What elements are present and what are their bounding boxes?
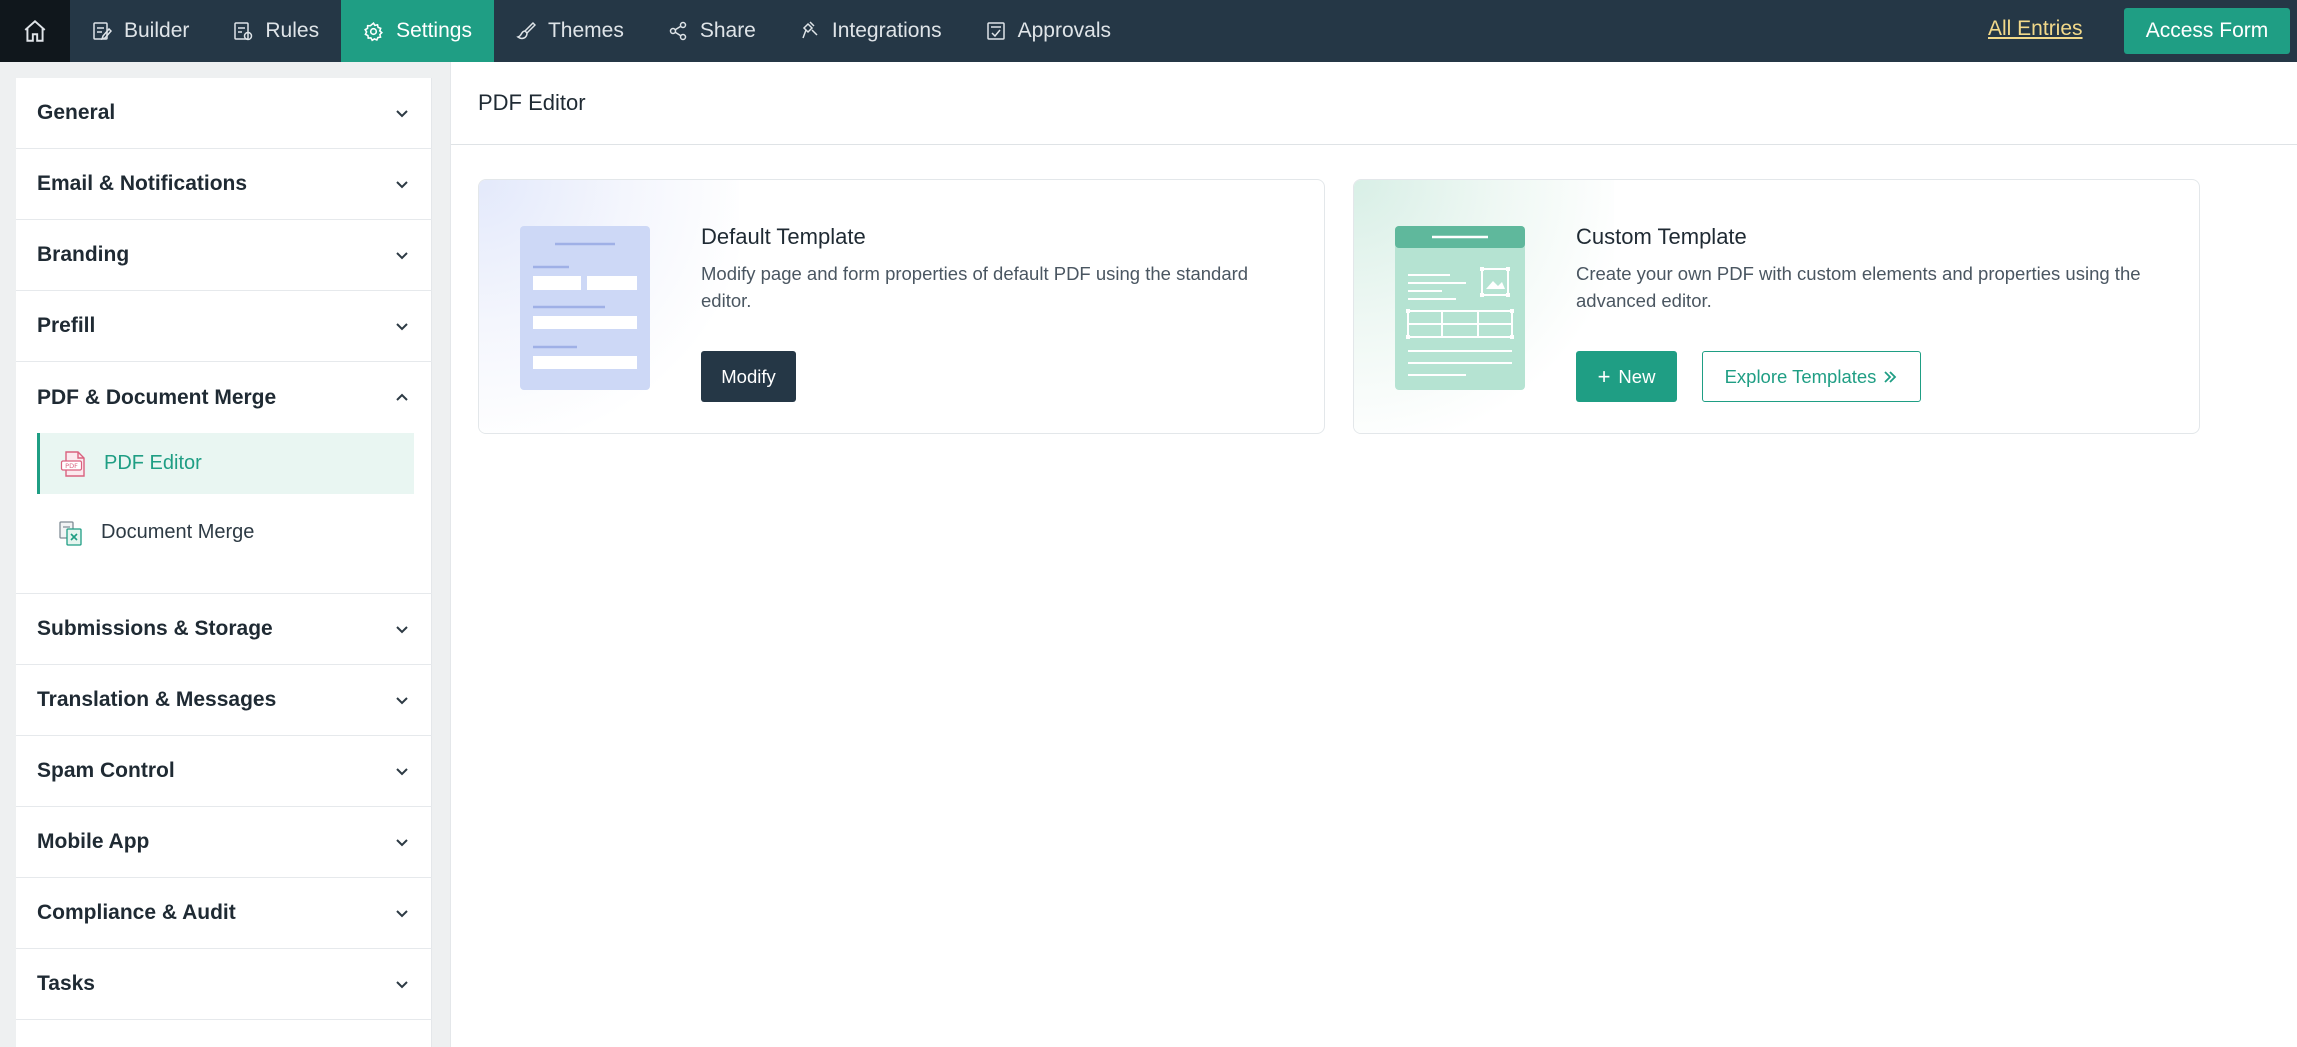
nav-label: Integrations [831,19,942,42]
chevron-down-icon [396,839,408,847]
sidebar-item-label: Document Merge [101,521,255,543]
chevron-down-icon [396,910,408,918]
chevron-down-icon [396,981,408,989]
sidebar-item-document-merge[interactable]: Document Merge [37,502,414,563]
new-button-label: New [1618,365,1656,387]
explore-templates-button[interactable]: Explore Templates [1702,351,1921,402]
section-label: Compliance & Audit [37,901,236,924]
section-prefill[interactable]: Prefill [16,291,432,362]
rules-icon [234,22,253,41]
nav-approvals[interactable]: Approvals [964,0,1133,62]
sidebar-divider [450,62,451,1047]
modify-button[interactable]: Modify [701,351,796,402]
section-mobile-app[interactable]: Mobile App [16,807,432,878]
access-form-button[interactable]: Access Form [2124,8,2290,54]
sidebar-item-label: PDF Editor [104,452,202,474]
document-merge-icon [59,520,82,546]
nav-themes[interactable]: Themes [494,0,646,62]
nav-label: Settings [396,19,472,42]
settings-menu: General Email & Notifications Branding P… [16,78,432,1047]
chevron-down-icon [396,768,408,776]
builder-icon [93,22,112,41]
section-translation-messages[interactable]: Translation & Messages [16,665,432,736]
new-template-button[interactable]: + New [1576,351,1677,402]
nav-builder[interactable]: Builder [70,0,211,62]
sidebar-item-pdf-editor[interactable]: PDF PDF Editor [37,433,414,494]
nav-label: Approvals [1017,19,1112,42]
card-description: Create your own PDF with custom elements… [1576,263,2141,311]
chevron-down-icon [396,181,408,189]
chevron-down-icon [396,323,408,331]
approvals-icon [986,22,1005,40]
home-button[interactable] [0,0,70,62]
pdf-icon: PDF [60,450,85,477]
section-submissions-storage[interactable]: Submissions & Storage [16,594,432,665]
section-label: Mobile App [37,830,150,853]
nav-label: Share [699,19,756,42]
chevron-up-icon [396,393,408,401]
nav-label: Themes [547,19,624,42]
section-spam-control[interactable]: Spam Control [16,736,432,807]
top-navigation-bar: Builder Rules Settings Themes Share Inte… [0,0,2297,62]
nav-label: Builder [124,19,190,42]
nav-label: Rules [265,19,320,42]
section-email-notifications[interactable]: Email & Notifications [16,149,432,220]
section-label: Tasks [37,972,95,995]
main-nav: Builder Rules Settings Themes Share Inte… [70,0,1133,62]
section-label: Prefill [37,314,96,337]
section-label: Translation & Messages [37,688,277,711]
brush-icon [516,21,536,40]
card-title: Default Template [701,224,866,249]
nav-rules[interactable]: Rules [211,0,341,62]
section-label: General [37,101,116,124]
section-branding[interactable]: Branding [16,220,432,291]
card-title: Custom Template [1576,224,1747,249]
section-label: Submissions & Storage [37,617,273,640]
card-description: Modify page and form properties of defau… [701,263,1249,311]
section-label: Branding [37,243,130,266]
section-label: Spam Control [37,759,175,782]
nav-settings[interactable]: Settings [341,0,494,62]
plus-icon: + [1597,363,1611,389]
pdf-icon-text: PDF [65,462,78,470]
nav-integrations[interactable]: Integrations [778,0,964,62]
section-general[interactable]: General [16,78,432,149]
section-compliance-audit[interactable]: Compliance & Audit [16,878,432,949]
custom-template-illustration-icon [1395,226,1525,390]
settings-sidebar: General Email & Notifications Branding P… [0,62,450,1047]
all-entries-link[interactable]: All Entries [1988,0,2083,58]
chevron-down-icon [396,110,408,118]
section-label: PDF & Document Merge [37,385,277,409]
chevron-down-icon [396,697,408,705]
default-template-illustration-icon [520,226,650,390]
explore-button-label: Explore Templates [1724,365,1877,387]
default-template-card: Default Template Modify page and form pr… [478,179,1325,434]
chevron-down-icon [396,252,408,260]
page-title: PDF Editor [451,62,2297,145]
gear-icon [364,21,384,41]
home-icon [24,19,46,42]
section-tasks[interactable]: Tasks [16,949,432,1020]
section-pdf-document-merge[interactable]: PDF & Document Merge [16,362,432,433]
nav-share[interactable]: Share [646,0,778,62]
double-chevron-right-icon [1884,370,1897,383]
share-icon [669,21,687,41]
chevron-down-icon [396,626,408,634]
custom-template-card: Custom Template Create your own PDF with… [1353,179,2200,434]
plug-icon [802,21,818,39]
section-label: Email & Notifications [37,172,248,195]
